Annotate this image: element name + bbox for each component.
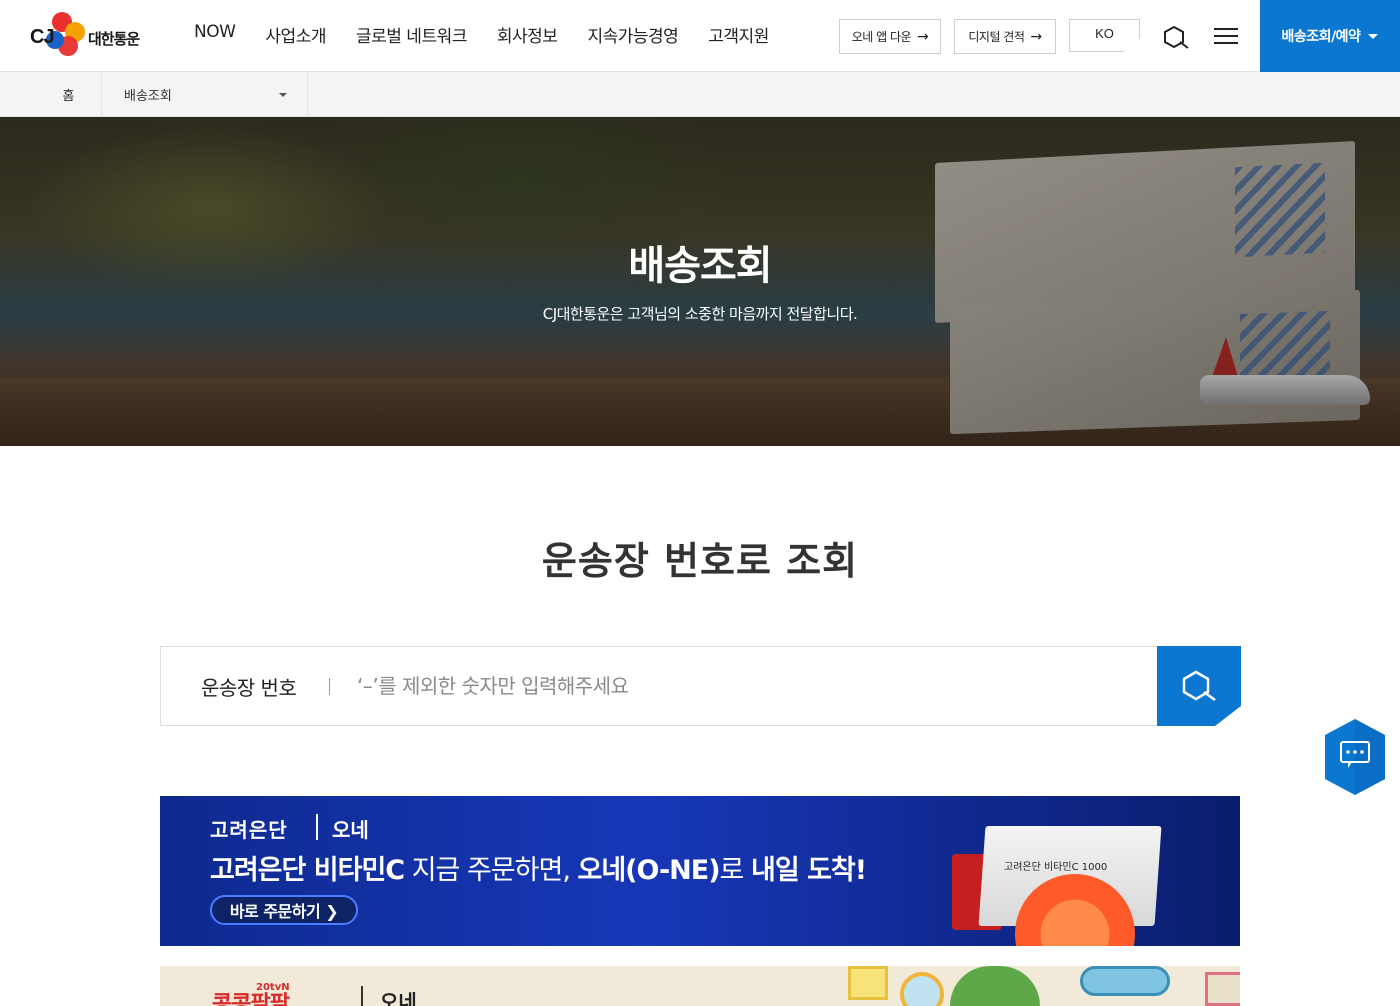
arrow-right-icon: →: [1030, 28, 1042, 45]
app-download-label: 오네 앱 다운: [851, 30, 912, 44]
tracking-search-box: 운송장 번호: [160, 646, 1241, 726]
search-icon: [1182, 670, 1216, 702]
divider: [329, 678, 330, 695]
hero-banner: 배송조회 CJ대한통운은 고객님의 소중한 마음까지 전달합니다.: [0, 117, 1400, 446]
site-header: CJ 대한통운 NOW 사업소개 글로벌 네트워크 회사정보 지속가능경영 고객…: [0, 0, 1400, 72]
chevron-down-icon: [1368, 33, 1379, 39]
breadcrumb-home[interactable]: 홈: [36, 72, 102, 116]
cj-logo[interactable]: CJ 대한통운: [30, 10, 150, 62]
menu-icon[interactable]: [1214, 28, 1238, 46]
tracking-number-label: 운송장 번호: [201, 675, 297, 700]
breadcrumb: 홈 배송조회: [0, 72, 1400, 117]
main-nav: NOW 사업소개 글로벌 네트워크 회사정보 지속가능경영 고객지원: [194, 22, 769, 47]
nav-now[interactable]: NOW: [194, 22, 236, 47]
digital-quote-button[interactable]: 디지털 견적 →: [954, 19, 1056, 54]
banner-partner: 오네: [332, 818, 369, 842]
breadcrumb-current-label: 배송조회: [124, 88, 172, 104]
promo-banner-tvn[interactable]: 20tvN 콩콩팥팥 오네: [160, 966, 1240, 1006]
page-title: 배송조회: [628, 243, 772, 289]
nav-business[interactable]: 사업소개: [265, 22, 326, 47]
banner-headline: 고려은단 비타민C 지금 주문하면, 오네(O-NE)로 내일 도착!: [210, 855, 867, 886]
search-button[interactable]: [1157, 646, 1241, 726]
chevron-down-icon: [279, 93, 287, 97]
banner-brand: 고려은단: [210, 818, 288, 842]
banner-partner: 오네: [380, 990, 417, 1006]
promo-banner-vitamin[interactable]: 고려은단 오네 고려은단 비타민C 지금 주문하면, 오네(O-NE)로 내일 …: [160, 796, 1240, 946]
breadcrumb-current-select[interactable]: 배송조회: [102, 72, 308, 116]
track-reserve-button[interactable]: 배송조회/예약: [1260, 0, 1400, 72]
search-icon[interactable]: [1162, 24, 1190, 50]
order-now-button[interactable]: 바로 주문하기 ❯: [210, 895, 358, 925]
app-download-button[interactable]: 오네 앱 다운 →: [839, 19, 941, 54]
arrow-right-icon: →: [917, 28, 929, 45]
nav-sustainability[interactable]: 지속가능경영: [587, 22, 678, 47]
product-label: 고려은단 비타민C 1000: [1004, 862, 1108, 873]
track-reserve-label: 배송조회/예약: [1281, 29, 1361, 45]
hero-subtitle: CJ대한통운은 고객님의 소중한 마음까지 전달합니다.: [542, 305, 858, 323]
logo-cj-text: CJ: [30, 26, 55, 48]
nav-customer-support[interactable]: 고객지원: [708, 22, 769, 47]
logo-company-name: 대한통운: [88, 30, 140, 48]
tracking-number-input[interactable]: [357, 647, 1137, 725]
nav-global-network[interactable]: 글로벌 네트워크: [356, 22, 467, 47]
chat-icon[interactable]: [1324, 718, 1386, 796]
banner-show-title: 콩콩팥팥: [212, 992, 290, 1006]
digital-quote-label: 디지털 견적: [968, 30, 1025, 44]
section-title: 운송장 번호로 조회: [541, 539, 859, 583]
language-selector[interactable]: KO: [1069, 19, 1140, 52]
nav-company-info[interactable]: 회사정보: [497, 22, 558, 47]
